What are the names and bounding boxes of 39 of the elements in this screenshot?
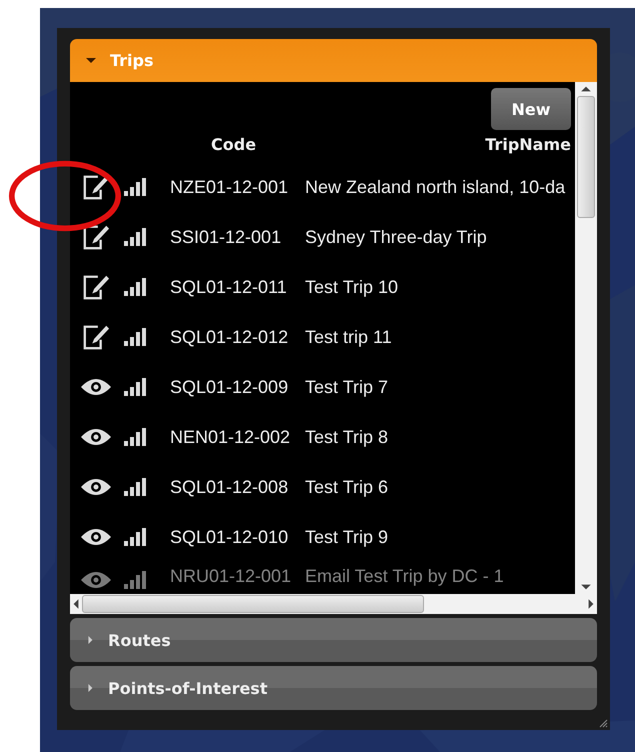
- bar-chart-icon[interactable]: [124, 228, 146, 246]
- table-cell-text: Test Trip 10: [305, 276, 400, 298]
- column-header: TripName: [484, 134, 572, 154]
- section-header[interactable]: Routes: [70, 618, 597, 662]
- bar-chart-icon[interactable]: [124, 378, 146, 396]
- bar-chart-icon[interactable]: [124, 178, 146, 196]
- table-cell-text: NEN01-12-002: [170, 426, 292, 448]
- vertical-scrollbar[interactable]: [575, 82, 597, 594]
- bar-chart-icon[interactable]: [124, 278, 146, 296]
- new-button[interactable]: New: [491, 88, 571, 130]
- resize-grip-icon[interactable]: [598, 718, 608, 728]
- scrollbar-thumb[interactable]: [82, 595, 424, 613]
- bar-chart-icon[interactable]: [124, 478, 146, 496]
- bar-chart-icon[interactable]: [124, 328, 146, 346]
- bar-chart-icon[interactable]: [124, 528, 146, 546]
- table-cell-text: SQL01-12-008: [170, 476, 290, 498]
- table-cell-text: SQL01-12-012: [170, 326, 290, 348]
- table-cell-text: NRU01-12-001: [170, 566, 292, 587]
- expand-triangle-icon: [86, 683, 94, 693]
- table-cell-text: SQL01-12-011: [170, 276, 288, 298]
- table-cell-text: Email Test Trip by DC - 1: [305, 566, 505, 587]
- table-cell-text: Test Trip 9: [305, 526, 390, 548]
- horizontal-scrollbar[interactable]: [70, 594, 597, 614]
- table-cell-text: SSI01-12-001: [170, 226, 282, 248]
- table-cell-text: Test Trip 8: [305, 426, 390, 448]
- table-cell-text: SQL01-12-009: [170, 376, 290, 398]
- table-cell-text: Test Trip 6: [305, 476, 390, 498]
- table-cell-text: Sydney Three-day Trip: [305, 226, 488, 248]
- table-cell-text: NZE01-12-001: [170, 176, 290, 198]
- table-cell-text: SQL01-12-010: [170, 526, 290, 548]
- table-cell-text: Test trip 11: [305, 326, 393, 348]
- scrollbar-thumb[interactable]: [577, 96, 595, 218]
- column-header: Code: [210, 134, 258, 154]
- table-cell-text: New Zealand north island, 10-da: [305, 176, 566, 198]
- bar-chart-icon[interactable]: [124, 428, 146, 446]
- expand-triangle-icon: [86, 635, 94, 645]
- collapse-triangle-icon: [86, 56, 96, 66]
- table-cell-text: Test Trip 7: [305, 376, 390, 398]
- section-header[interactable]: Points-of-Interest: [70, 666, 597, 710]
